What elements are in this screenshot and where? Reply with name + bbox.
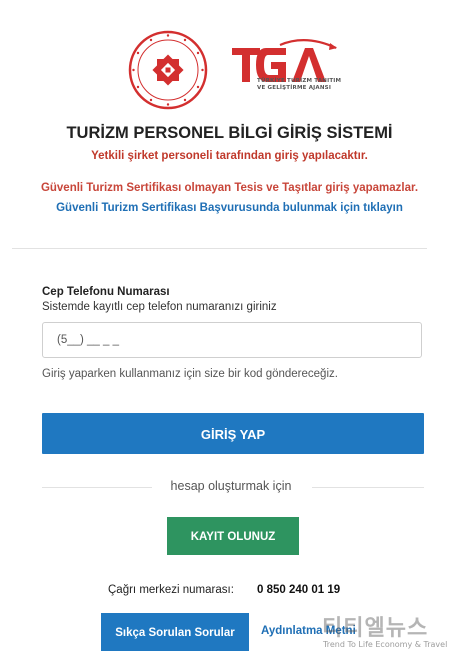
tga-subtitle: TÜRKİYE TURİZM TANITIM VE GELİŞTİRME AJA… [257,78,342,91]
phone-field-label: Cep Telefonu Numarası [42,286,170,298]
page-subtitle: Yetkili şirket personeli tarafından giri… [91,150,368,162]
certificate-warning: Güvenli Turizm Sertifikası olmayan Tesis… [40,182,419,194]
separator-line-left [42,487,152,488]
tga-logo [232,39,337,82]
call-center-label: Çağrı merkezi numarası: [108,584,234,596]
separator-line-right [312,487,424,488]
code-note: Giriş yaparken kullanmanız için size bir… [42,368,338,380]
register-button[interactable]: KAYIT OLUNUZ [167,517,299,555]
watermark-korean: 티티엘뉴스 [322,616,429,641]
section-divider [12,248,427,249]
phone-field-help: Sistemde kayıtlı cep telefon numaranızı … [42,301,277,313]
watermark-english: Trend To Life Economy & Travel [323,640,448,649]
login-button[interactable]: GİRİŞ YAP [42,413,424,454]
certificate-apply-link[interactable]: Güvenli Turizm Sertifikası Başvurusunda … [0,202,459,214]
call-center-number: 0 850 240 01 19 [257,584,341,596]
page-title: TURİZM PERSONEL BİLGİ GİRİŞ SİSTEMİ [66,124,393,142]
faq-button[interactable]: Sıkça Sorulan Sorular [101,613,249,651]
register-separator-text: hesap oluşturmak için [170,479,292,493]
ministry-seal-logo [128,30,208,110]
phone-input[interactable] [42,322,422,358]
